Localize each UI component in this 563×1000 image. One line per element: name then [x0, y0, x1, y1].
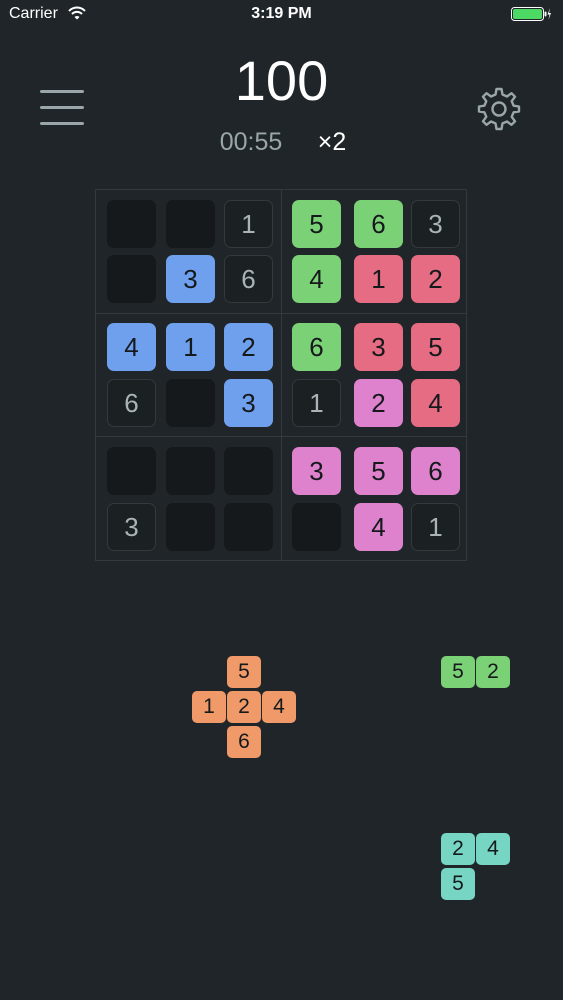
piece-tile[interactable]: 4	[476, 833, 510, 865]
board-cell[interactable]: 6	[224, 255, 273, 303]
board-cell[interactable]: 3	[224, 379, 273, 427]
board-cell[interactable]	[292, 503, 341, 551]
board-cell[interactable]	[166, 503, 215, 551]
board-cell[interactable]: 6	[292, 323, 341, 371]
board-cell[interactable]: 6	[411, 447, 460, 495]
piece-tile[interactable]: 5	[441, 656, 475, 688]
piece-tile[interactable]: 1	[192, 691, 226, 723]
board-cell[interactable]: 4	[354, 503, 403, 551]
board-cell[interactable]: 2	[411, 255, 460, 303]
status-bar: Carrier 3:19 PM	[0, 0, 563, 30]
piece-tile[interactable]: 2	[227, 691, 261, 723]
board-cell[interactable]: 3	[292, 447, 341, 495]
board-cell[interactable]: 6	[354, 200, 403, 248]
board-cell[interactable]: 3	[354, 323, 403, 371]
board-cell[interactable]: 1	[292, 379, 341, 427]
settings-button[interactable]	[476, 86, 522, 132]
board-cell[interactable]: 3	[166, 255, 215, 303]
status-time: 3:19 PM	[251, 5, 312, 22]
piece-tile[interactable]: 5	[441, 868, 475, 900]
board-cell[interactable]: 1	[166, 323, 215, 371]
board-cell[interactable]	[166, 379, 215, 427]
board-cell[interactable]: 3	[107, 503, 156, 551]
board-cell[interactable]	[166, 200, 215, 248]
piece-tile[interactable]: 2	[441, 833, 475, 865]
timer: 00:55	[219, 128, 283, 156]
board-cell[interactable]: 4	[292, 255, 341, 303]
board-cell[interactable]: 5	[292, 200, 341, 248]
gear-icon	[477, 87, 521, 131]
board-cell[interactable]: 4	[107, 323, 156, 371]
board-cell[interactable]	[166, 447, 215, 495]
piece-tile[interactable]: 4	[262, 691, 296, 723]
board-cell[interactable]: 2	[354, 379, 403, 427]
board-cell[interactable]	[107, 255, 156, 303]
board-cell[interactable]: 1	[411, 503, 460, 551]
board-cell[interactable]: 1	[224, 200, 273, 248]
piece-tile[interactable]: 5	[227, 656, 261, 688]
board-cell[interactable]	[107, 447, 156, 495]
board-cell[interactable]: 2	[224, 323, 273, 371]
board-cell[interactable]	[224, 503, 273, 551]
board-cell[interactable]: 1	[354, 255, 403, 303]
piece-tile[interactable]: 6	[227, 726, 261, 758]
board-cell[interactable]: 3	[411, 200, 460, 248]
board-cell[interactable]: 5	[354, 447, 403, 495]
board-cell[interactable]: 6	[107, 379, 156, 427]
score-multiplier: ×2	[317, 128, 347, 156]
board-cell[interactable]: 5	[411, 323, 460, 371]
battery-icon	[511, 7, 551, 21]
game-board: 15633641241263563124356341	[95, 189, 467, 561]
board-cell[interactable]	[107, 200, 156, 248]
board-cell[interactable]	[224, 447, 273, 495]
piece-tile[interactable]: 2	[476, 656, 510, 688]
board-cell[interactable]: 4	[411, 379, 460, 427]
